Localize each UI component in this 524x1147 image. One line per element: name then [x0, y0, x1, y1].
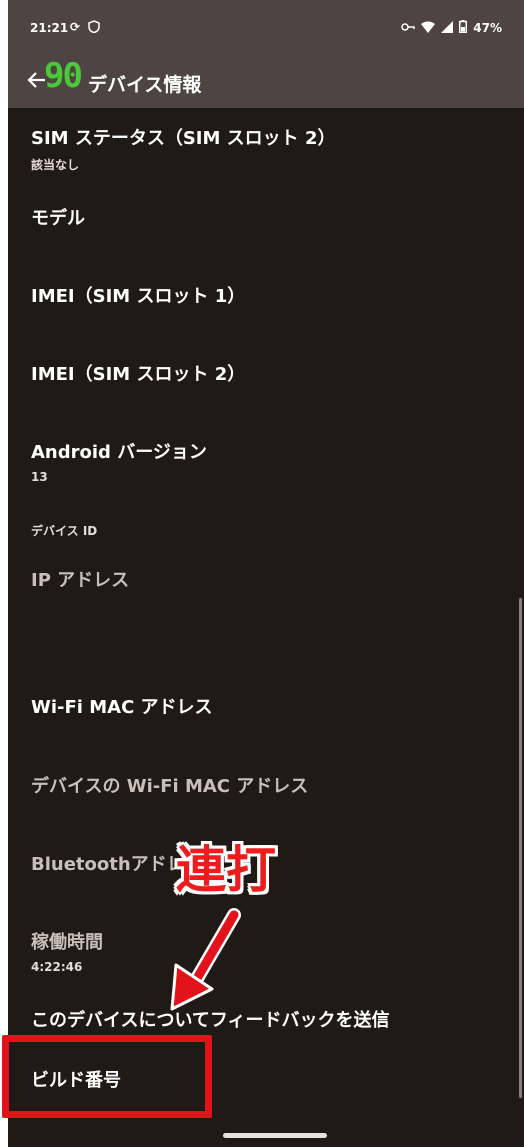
app-bar: デバイス情報 90	[8, 50, 524, 108]
list-item-imei-slot2[interactable]: IMEI（SIM スロット 2）	[31, 360, 245, 386]
vpn-key-icon	[401, 21, 416, 35]
list-item-ip-address[interactable]: IP アドレス	[31, 566, 129, 592]
list-item-bluetooth-address[interactable]: Bluetoothアドレ	[31, 850, 185, 876]
shield-icon	[88, 20, 100, 36]
list-item-device-id[interactable]: デバイス ID	[31, 522, 97, 539]
list-item-uptime[interactable]: 稼働時間 4:22:46	[31, 928, 103, 974]
annotation-label: 連打	[176, 841, 276, 899]
signal-icon	[441, 20, 454, 36]
battery-percent: 47%	[473, 21, 502, 35]
list-item-model[interactable]: モデル	[31, 204, 85, 230]
annotation-arrow-icon	[170, 908, 241, 1011]
list-item-android-version[interactable]: Android バージョン 13	[31, 438, 207, 484]
wifi-icon	[421, 21, 436, 36]
list-item-wifi-mac[interactable]: Wi-Fi MAC アドレス	[31, 693, 213, 719]
list-item-imei-slot1[interactable]: IMEI（SIM スロット 1）	[31, 282, 245, 308]
status-time: 21:21	[30, 21, 69, 35]
battery-icon	[459, 20, 468, 36]
list-item-device-wifi-mac[interactable]: デバイスの Wi-Fi MAC アドレス	[31, 772, 308, 798]
phone-screen: 21:21 ⟳ 47% デバイス情報 90 SIM ステータス（SIM スロット…	[8, 0, 524, 1147]
annotation-highlight-box	[2, 1035, 212, 1118]
fps-overlay: 90	[44, 56, 83, 96]
scrollbar[interactable]	[519, 598, 522, 1098]
status-bar: 21:21 ⟳ 47%	[8, 0, 524, 50]
page-title: デバイス情報	[88, 74, 202, 96]
gesture-nav-handle[interactable]	[223, 1133, 327, 1138]
sync-icon: ⟳	[70, 20, 81, 34]
list-item-sim-status-slot2[interactable]: SIM ステータス（SIM スロット 2） 該当なし	[31, 124, 335, 173]
